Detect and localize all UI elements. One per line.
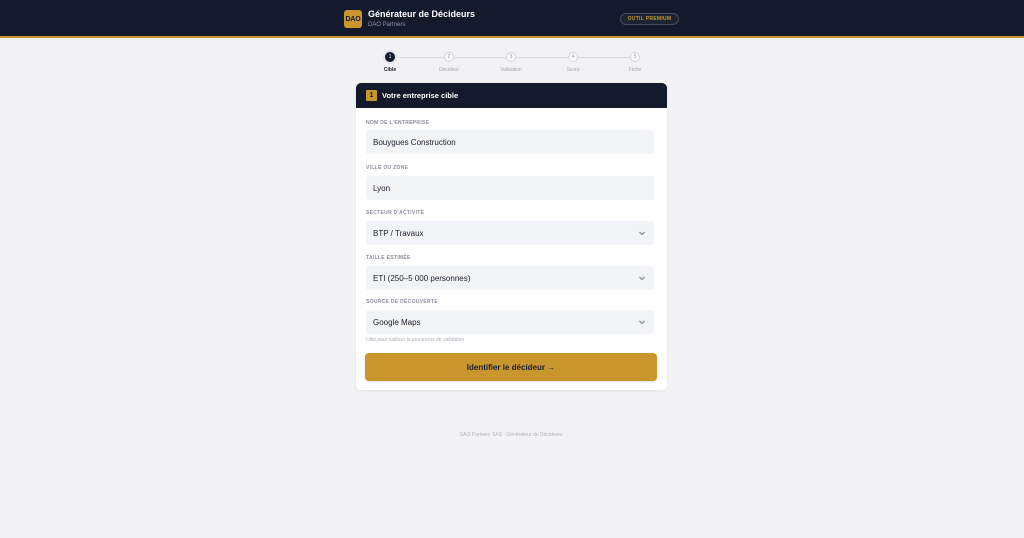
size-label: TAILLE ESTIMÉE <box>366 255 411 261</box>
chevron-down-icon <box>639 276 645 281</box>
city-value: Lyon <box>373 183 391 193</box>
step-5: 5 Fiche <box>615 52 655 73</box>
target-company-card: 1 Votre entreprise cible NOM DE L'ENTREP… <box>356 83 667 390</box>
top-bar: DAO Générateur de Décideurs DAO Partners… <box>0 0 1024 38</box>
step-3: 3 Validation <box>491 52 531 73</box>
sector-value: BTP / Travaux <box>373 228 424 238</box>
chevron-down-icon <box>639 320 645 325</box>
card-header: 1 Votre entreprise cible <box>356 83 667 108</box>
step-number: 3 <box>506 52 516 62</box>
step-label: Décideur <box>438 67 459 73</box>
step-label: Fiche <box>628 67 642 73</box>
progress-stepper: 1 Cible 2 Décideur 3 Validation 4 Score … <box>370 52 658 76</box>
company-name-label: NOM DE L'ENTREPRISE <box>366 120 430 126</box>
identify-decision-maker-button[interactable]: Identifier le décideur → <box>365 353 657 381</box>
step-number: 4 <box>568 52 578 62</box>
app-subtitle: DAO Partners <box>368 22 406 28</box>
footer: DAO Partners SAS · Générateur de Décideu… <box>0 432 1024 438</box>
size-value: ETI (250–5 000 personnes) <box>373 273 471 283</box>
chevron-down-icon <box>639 231 645 236</box>
source-select[interactable]: Google Maps <box>366 310 654 334</box>
step-2: 2 Décideur <box>429 52 469 73</box>
app-title: Générateur de Décideurs <box>368 9 476 19</box>
card-title: Votre entreprise cible <box>382 91 459 100</box>
step-label: Score <box>566 67 580 73</box>
brand: DAO Générateur de Décideurs DAO Partners <box>344 9 475 29</box>
company-name-value: Bouygues Construction <box>373 137 456 147</box>
step-number: 1 <box>385 52 395 62</box>
step-1: 1 Cible <box>370 52 410 73</box>
step-label: Validation <box>500 67 522 73</box>
step-number: 5 <box>630 52 640 62</box>
card-step-number: 1 <box>366 90 377 101</box>
source-label: SOURCE DE DÉCOUVERTE <box>366 299 438 305</box>
city-label: VILLE OU ZONE <box>366 165 409 171</box>
source-hint: Utile pour calibrer le processus de vali… <box>366 337 465 343</box>
size-select[interactable]: ETI (250–5 000 personnes) <box>366 266 654 290</box>
sector-label: SECTEUR D'ACTIVITÉ <box>366 210 425 216</box>
source-value: Google Maps <box>373 317 421 327</box>
city-input[interactable]: Lyon <box>366 176 654 200</box>
logo: DAO <box>344 10 362 28</box>
brand-text: Générateur de Décideurs DAO Partners <box>368 9 475 29</box>
company-name-input[interactable]: Bouygues Construction <box>366 130 654 154</box>
premium-badge: OUTIL PREMIUM <box>620 13 679 25</box>
step-4: 4 Score <box>553 52 593 73</box>
footer-text: DAO Partners SAS · Générateur de Décideu… <box>459 432 563 438</box>
sector-select[interactable]: BTP / Travaux <box>366 221 654 245</box>
step-number: 2 <box>444 52 454 62</box>
step-label: Cible <box>383 67 397 73</box>
